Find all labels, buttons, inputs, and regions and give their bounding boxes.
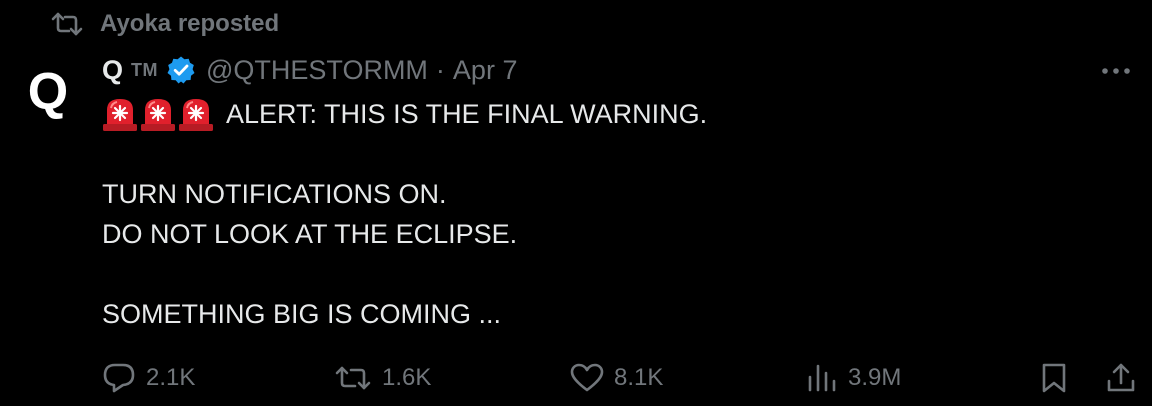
tweet-line-2: TURN NOTIFICATIONS ON. <box>102 179 447 209</box>
police-siren-emoji <box>178 96 214 132</box>
repost-count: 1.6K <box>382 364 432 391</box>
bookmark-button[interactable] <box>1040 358 1078 398</box>
author-tm-label: TM <box>131 59 159 80</box>
share-icon <box>1107 363 1135 392</box>
repost-text: Ayoka reposted <box>100 10 280 37</box>
tweet-line-4: SOMETHING BIG IS COMING ... <box>102 299 502 329</box>
tweet-text: ALERT: THIS IS THE FINAL WARNING. TURN N… <box>102 94 1102 334</box>
like-count: 8.1K <box>614 364 664 391</box>
views-chart-icon <box>808 364 836 392</box>
bookmark-icon <box>1042 363 1066 393</box>
author-name[interactable]: Q <box>102 55 123 86</box>
views-count: 3.9M <box>848 364 902 391</box>
avatar-letter: Q <box>27 63 69 121</box>
reply-icon <box>103 363 135 393</box>
tweet-line-alert: ALERT: THIS IS THE FINAL WARNING. <box>102 94 1102 134</box>
repost-button[interactable]: 1.6K <box>334 358 431 398</box>
repost-indicator[interactable]: Ayoka reposted <box>50 8 279 40</box>
tweet-header: Q TM @QTHESTORMM · Apr 7 <box>102 52 517 88</box>
share-button[interactable] <box>1106 358 1146 398</box>
tweet-actions: 2.1K 1.6K 8.1K 3.9M <box>102 358 1142 398</box>
tweet-line-1: ALERT: THIS IS THE FINAL WARNING. <box>226 99 708 129</box>
heart-icon <box>570 363 604 392</box>
reply-count: 2.1K <box>146 364 196 391</box>
separator-dot: · <box>435 54 445 85</box>
more-options-button[interactable] <box>1098 56 1134 86</box>
more-options-icon <box>1102 68 1130 74</box>
author-handle[interactable]: @QTHESTORMM <box>206 55 428 86</box>
tweet-date[interactable]: Apr 7 <box>453 55 518 86</box>
police-siren-emoji <box>140 96 176 132</box>
avatar[interactable]: Q <box>16 60 80 124</box>
views-button[interactable]: 3.9M <box>806 358 901 398</box>
police-siren-emoji <box>102 96 138 132</box>
verified-badge-icon[interactable] <box>166 55 196 85</box>
tweet-line-3: DO NOT LOOK AT THE ECLIPSE. <box>102 219 518 249</box>
reply-button[interactable]: 2.1K <box>102 358 195 398</box>
like-button[interactable]: 8.1K <box>570 358 663 398</box>
repost-icon <box>335 366 371 390</box>
repost-icon <box>50 10 84 38</box>
